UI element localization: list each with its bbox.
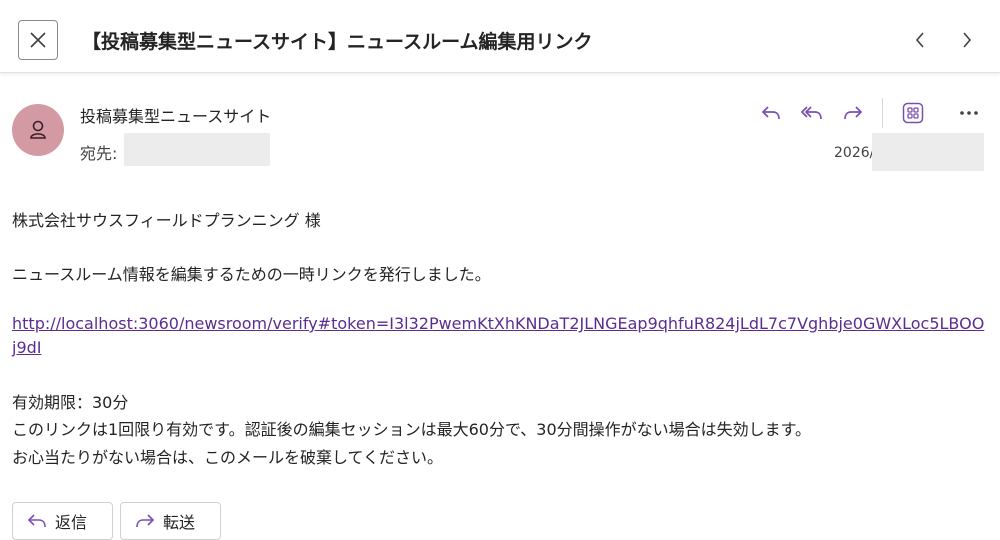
closing-text: お心当たりがない場合は、このメールを破棄してください。 xyxy=(12,448,444,467)
forward-icon xyxy=(136,514,155,528)
next-email-button[interactable] xyxy=(955,26,979,54)
more-options-button[interactable] xyxy=(954,98,984,128)
close-icon xyxy=(30,32,46,48)
reply-button[interactable]: 返信 xyxy=(12,502,113,540)
forward-button[interactable]: 転送 xyxy=(120,502,221,540)
verify-link[interactable]: http://localhost:3060/newsroom/verify#to… xyxy=(12,312,987,360)
previous-email-button[interactable] xyxy=(908,26,932,54)
apps-icon xyxy=(902,102,924,124)
toolbar-divider xyxy=(882,98,883,128)
recipient-redacted xyxy=(124,133,270,166)
sender-name[interactable]: 投稿募集型ニュースサイト xyxy=(80,103,271,127)
avatar[interactable] xyxy=(12,104,64,156)
reply-action-button[interactable] xyxy=(756,98,786,128)
chevron-left-icon xyxy=(915,32,924,48)
reply-button-label: 返信 xyxy=(55,513,88,532)
chevron-right-icon xyxy=(963,32,972,48)
salutation: 株式会社サウスフィールドプランニング 様 xyxy=(12,211,321,230)
reply-all-icon xyxy=(800,106,822,120)
close-button[interactable] xyxy=(18,20,58,60)
reply-all-action-button[interactable] xyxy=(797,98,827,128)
reply-icon xyxy=(761,106,780,120)
forward-icon xyxy=(844,106,863,120)
usage-note: このリンクは1回限り有効です。認証後の編集セッションは最大60分で、30分間操作… xyxy=(12,420,812,439)
date-redacted xyxy=(872,133,984,171)
header-bar: 【投稿募集型ニュースサイト】ニュースルーム編集用リンク xyxy=(0,0,1000,73)
forward-action-button[interactable] xyxy=(838,98,868,128)
reply-icon xyxy=(27,514,46,528)
email-subject: 【投稿募集型ニュースサイト】ニュースルーム編集用リンク xyxy=(82,31,593,53)
person-icon xyxy=(30,120,46,139)
more-icon xyxy=(960,111,978,115)
email-date: 2026/ xyxy=(834,145,875,161)
intro-text: ニュースルーム情報を編集するための一時リンクを発行しました。 xyxy=(12,265,491,284)
expiry-text: 有効期限：30分 xyxy=(12,393,129,412)
forward-button-label: 転送 xyxy=(163,513,196,532)
apps-button[interactable] xyxy=(898,98,928,128)
recipient-label: 宛先: xyxy=(80,144,118,163)
